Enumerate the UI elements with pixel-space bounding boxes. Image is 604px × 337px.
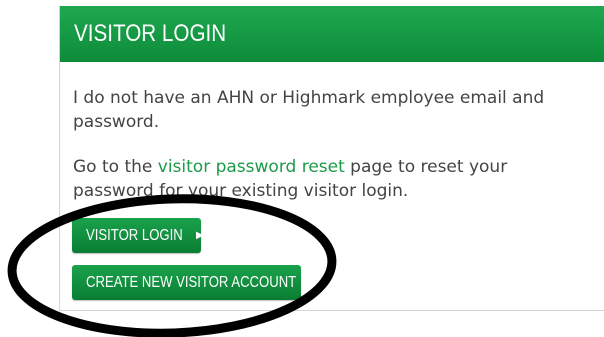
caret-right-icon: ▶ — [308, 276, 317, 288]
no-employee-email-text: I do not have an AHN or Highmark employe… — [73, 88, 545, 132]
visitor-login-button[interactable]: VISITOR LOGIN ▶ — [72, 218, 204, 253]
password-reset-prefix: Go to the — [73, 157, 158, 177]
card-title: VISITOR LOGIN — [74, 20, 227, 47]
visitor-login-card: VISITOR LOGIN I do not have an AHN or Hi… — [59, 6, 604, 311]
password-reset-text: Go to the visitor password reset page to… — [73, 155, 593, 203]
visitor-login-button-label: VISITOR LOGIN — [86, 226, 183, 244]
page: VISITOR LOGIN I do not have an AHN or Hi… — [0, 0, 604, 337]
card-header: VISITOR LOGIN — [60, 6, 604, 62]
create-new-visitor-account-button[interactable]: CREATE NEW VISITOR ACCOUNT ▶ — [72, 265, 316, 300]
create-account-button-label: CREATE NEW VISITOR ACCOUNT — [86, 273, 297, 291]
card-body: I do not have an AHN or Highmark employe… — [73, 86, 593, 203]
caret-right-icon: ▶ — [195, 229, 204, 241]
visitor-password-reset-link[interactable]: visitor password reset — [158, 157, 345, 177]
